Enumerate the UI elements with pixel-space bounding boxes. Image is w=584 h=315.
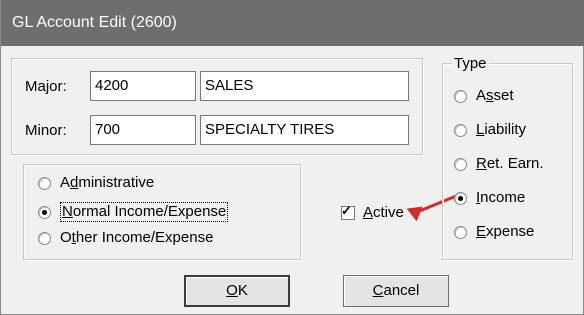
radio-type-liability-label: Liability	[476, 121, 527, 138]
radio-type-ret-earn-label: Ret. Earn.	[476, 155, 544, 172]
radio-other-income-expense-label: Other Income/Expense	[60, 229, 214, 246]
radio-button-selected-icon	[38, 205, 51, 219]
type-group-caption: Type	[452, 55, 489, 73]
radio-button-icon	[38, 231, 51, 245]
radio-type-expense[interactable]: Expense	[454, 223, 534, 241]
radio-normal-income-expense-label: Normal Income/Expense	[60, 202, 229, 222]
radio-type-income[interactable]: Income	[454, 189, 525, 207]
minor-name-input[interactable]: SPECIALTY TIRES	[200, 115, 409, 145]
radio-button-selected-icon	[454, 191, 467, 205]
major-code-input[interactable]: 4200	[90, 71, 196, 101]
radio-type-liability[interactable]: Liability	[454, 121, 526, 139]
active-label: Active	[363, 204, 404, 221]
gl-account-edit-dialog: GL Account Edit (2600) Major: 4200 SALES…	[0, 0, 584, 315]
radio-button-icon	[454, 123, 467, 137]
radio-button-icon	[454, 89, 467, 103]
active-checkbox[interactable]: ✓ Active	[341, 203, 404, 222]
major-label: Major:	[25, 78, 67, 95]
radio-type-asset-label: Asset	[476, 87, 514, 104]
radio-button-icon	[454, 225, 467, 239]
radio-other-income-expense[interactable]: Other Income/Expense	[38, 229, 213, 247]
title-bar[interactable]: GL Account Edit (2600)	[1, 0, 584, 46]
radio-type-expense-label: Expense	[476, 223, 535, 240]
major-name-input[interactable]: SALES	[200, 71, 409, 101]
cancel-button[interactable]: Cancel	[343, 275, 449, 307]
radio-administrative-label: Administrative	[60, 174, 155, 191]
check-mark-icon: ✓	[341, 203, 352, 218]
ok-button[interactable]: OK	[184, 275, 290, 307]
radio-type-income-label: Income	[476, 189, 526, 206]
radio-button-icon	[454, 157, 467, 171]
minor-code-input[interactable]: 700	[90, 115, 196, 145]
window-title: GL Account Edit (2600)	[12, 14, 177, 31]
radio-administrative[interactable]: Administrative	[38, 174, 154, 192]
checkbox-box: ✓	[341, 203, 355, 220]
radio-button-icon	[38, 176, 51, 190]
minor-label: Minor:	[25, 122, 67, 139]
radio-type-asset[interactable]: Asset	[454, 87, 514, 105]
radio-type-ret-earn[interactable]: Ret. Earn.	[454, 155, 544, 173]
radio-normal-income-expense[interactable]: Normal Income/Expense	[38, 202, 229, 222]
